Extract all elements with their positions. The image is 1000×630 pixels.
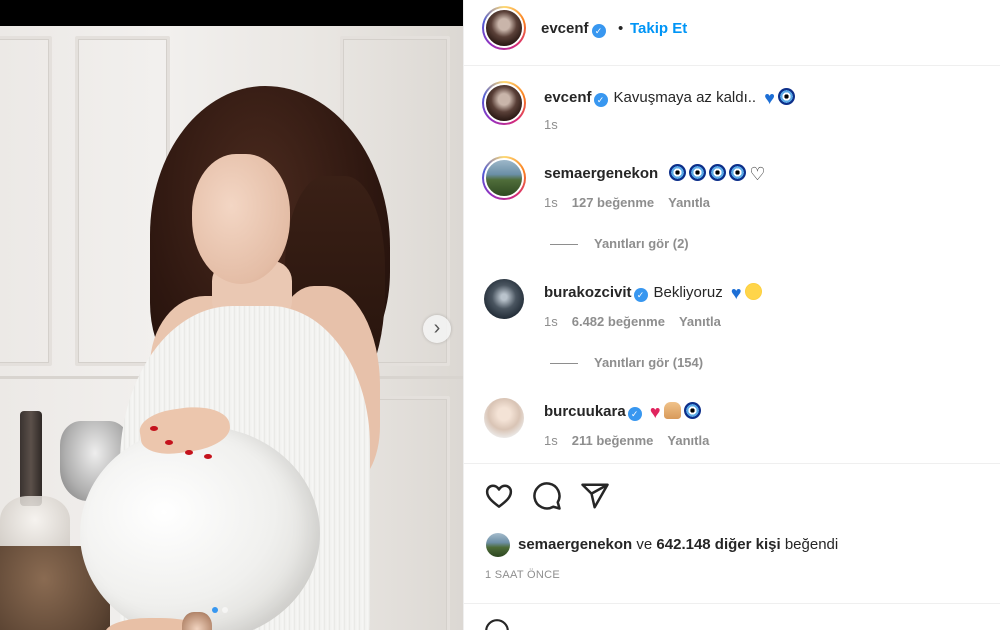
caption: evcenf ✓ Kavuşmaya az kaldı.. ♥	[544, 88, 795, 109]
carousel-dot	[222, 607, 228, 613]
caption-meta: 1s	[544, 117, 572, 132]
verified-badge-icon: ✓	[591, 24, 606, 38]
comment: semaergenekon ♡	[544, 164, 766, 185]
comment-username[interactable]: burcuukara	[544, 403, 626, 420]
caption-username[interactable]: evcenf	[544, 89, 592, 106]
comment-time[interactable]: 1s	[544, 433, 558, 448]
post-photo[interactable]	[0, 26, 463, 630]
comment-meta: 1s 127 beğenme Yanıtla	[544, 195, 724, 210]
nail	[204, 454, 212, 459]
comment-avatar[interactable]	[482, 156, 526, 200]
replies-line	[550, 244, 578, 246]
nail	[150, 426, 158, 431]
comment-time[interactable]: 1s	[544, 195, 558, 210]
verified-badge-icon: ✓	[627, 407, 642, 421]
paper-plane-icon[interactable]	[580, 481, 610, 511]
comment-likes[interactable]: 127 beğenme	[572, 195, 654, 210]
other-likers-link[interactable]: 642.148 diğer kişi	[656, 536, 780, 553]
reply-button[interactable]: Yanıtla	[667, 433, 709, 448]
verified-badge-icon: ✓	[593, 93, 608, 107]
caption-time[interactable]: 1s	[544, 117, 558, 132]
post-timestamp[interactable]: 1 SAAT ÖNCE	[485, 569, 560, 581]
comment-meta: 1s 211 beğenme Yanıtla	[544, 433, 723, 448]
comment-username[interactable]: semaergenekon	[544, 165, 658, 182]
comment-time[interactable]: 1s	[544, 314, 558, 329]
heart-outline-icon[interactable]	[484, 481, 514, 511]
comment-text: Bekliyoruz	[653, 284, 723, 301]
header-divider	[464, 65, 1000, 66]
chevron-right-icon: ›	[433, 317, 441, 339]
carousel-dots	[212, 607, 228, 613]
comment-username[interactable]: burakozcivit	[544, 284, 632, 301]
liker-username[interactable]: semaergenekon	[518, 536, 632, 553]
bottom-divider	[464, 603, 1000, 604]
liked-by: semaergenekon ve 642.148 diğer kişi beğe…	[518, 536, 839, 553]
next-slide-button[interactable]: ›	[423, 315, 451, 343]
comment-likes[interactable]: 211 beğenme	[572, 433, 654, 448]
figure-belly	[80, 426, 320, 630]
caption-avatar[interactable]	[482, 81, 526, 125]
white-heart-icon: ♡	[749, 164, 766, 184]
comment-likes[interactable]: 6.482 beğenme	[572, 314, 665, 329]
emoji-picker-icon[interactable]	[484, 618, 510, 630]
view-replies-button[interactable]: Yanıtları gör (2)	[550, 236, 689, 251]
blue-heart-icon: ♥	[730, 283, 742, 303]
evil-eye-icon	[709, 164, 727, 181]
avatar-image	[484, 158, 524, 198]
avatar-image	[484, 83, 524, 123]
post-sidebar: evcenf ✓ • Takip Et evcenf ✓ Kavuşmaya az k…	[463, 0, 1000, 630]
wrist-watch	[182, 612, 212, 630]
comment: burcuukara ✓ ♥	[544, 402, 701, 423]
reply-button[interactable]: Yanıtla	[679, 314, 721, 329]
folded-hands-icon	[663, 402, 681, 419]
smiling-face-icon	[744, 283, 762, 300]
liker-avatar[interactable]	[486, 533, 510, 557]
reply-button[interactable]: Yanıtla	[668, 195, 710, 210]
blue-heart-icon: ♥	[764, 88, 775, 108]
follow-button[interactable]: Takip Et	[630, 20, 687, 37]
carousel-dot-active	[212, 607, 218, 613]
comment-avatar[interactable]	[484, 398, 524, 438]
evil-eye-icon	[689, 164, 707, 181]
replies-line	[550, 363, 578, 365]
header-separator: •	[618, 20, 624, 37]
nail	[165, 440, 173, 445]
post-media: ›	[0, 0, 463, 630]
evil-eye-icon	[683, 402, 701, 419]
evil-eye-icon	[669, 164, 687, 181]
media-top-bar	[0, 0, 463, 26]
author-username[interactable]: evcenf ✓	[541, 20, 606, 38]
actions-divider	[464, 463, 1000, 464]
comment-avatar[interactable]	[484, 279, 524, 319]
author-avatar[interactable]	[482, 6, 526, 50]
verified-badge-icon: ✓	[633, 288, 648, 302]
evil-eye-icon	[777, 88, 795, 105]
red-heart-icon: ♥	[649, 402, 661, 422]
evil-eye-icon	[729, 164, 747, 181]
view-replies-button[interactable]: Yanıtları gör (154)	[550, 355, 703, 370]
wall-panel	[0, 36, 52, 366]
lamp	[20, 411, 42, 506]
comment: burakozcivit ✓ Bekliyoruz ♥	[544, 283, 762, 304]
caption-text: Kavuşmaya az kaldı..	[613, 89, 757, 106]
nail	[185, 450, 193, 455]
avatar-image	[484, 8, 524, 48]
comment-meta: 1s 6.482 beğenme Yanıtla	[544, 314, 735, 329]
comment-bubble-icon[interactable]	[532, 481, 562, 511]
figure-face	[192, 154, 290, 284]
